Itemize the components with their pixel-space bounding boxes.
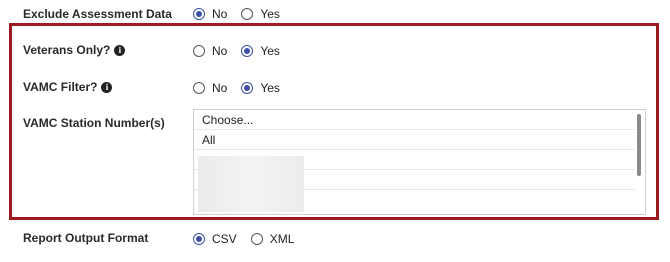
veterans-only-radio-group: No Yes: [193, 44, 294, 58]
info-icon[interactable]: i: [114, 44, 126, 56]
vamc-station-label: VAMC Station Number(s): [23, 116, 165, 130]
exclude-assessment-label: Exclude Assessment Data: [23, 7, 172, 21]
veterans-only-yes-option[interactable]: Yes: [241, 44, 280, 58]
vamc-filter-label: VAMC Filter? i: [23, 80, 113, 94]
vamc-filter-no-option[interactable]: No: [193, 81, 227, 95]
info-icon[interactable]: i: [101, 81, 113, 93]
report-output-label: Report Output Format: [23, 231, 149, 245]
redacted-region: [198, 156, 304, 212]
vamc-station-listbox[interactable]: Choose... All: [193, 109, 646, 215]
veterans-only-no-option[interactable]: No: [193, 44, 227, 58]
exclude-assessment-radio-group: No Yes: [193, 7, 294, 21]
exclude-assessment-no-option[interactable]: No: [193, 7, 227, 21]
report-output-xml-option[interactable]: XML: [250, 232, 294, 246]
scrollbar-thumb[interactable]: [637, 114, 641, 176]
report-output-radio-group: CSV XML: [193, 232, 308, 246]
list-item[interactable]: All: [194, 130, 635, 150]
vamc-filter-radio-group: No Yes: [193, 81, 294, 95]
exclude-assessment-yes-radio[interactable]: [241, 8, 254, 20]
exclude-assessment-yes-option[interactable]: Yes: [241, 7, 280, 21]
report-output-xml-radio[interactable]: [250, 233, 263, 245]
vamc-filter-yes-radio[interactable]: [241, 82, 254, 94]
veterans-only-no-radio[interactable]: [193, 45, 205, 57]
report-output-csv-option[interactable]: CSV: [193, 232, 237, 246]
vamc-filter-yes-option[interactable]: Yes: [241, 81, 280, 95]
exclude-assessment-no-radio[interactable]: [193, 8, 205, 20]
list-item[interactable]: Choose...: [194, 110, 635, 130]
veterans-only-yes-radio[interactable]: [241, 45, 254, 57]
report-output-csv-radio[interactable]: [193, 233, 205, 245]
vamc-filter-no-radio[interactable]: [193, 82, 205, 94]
veterans-only-label: Veterans Only? i: [23, 43, 126, 57]
